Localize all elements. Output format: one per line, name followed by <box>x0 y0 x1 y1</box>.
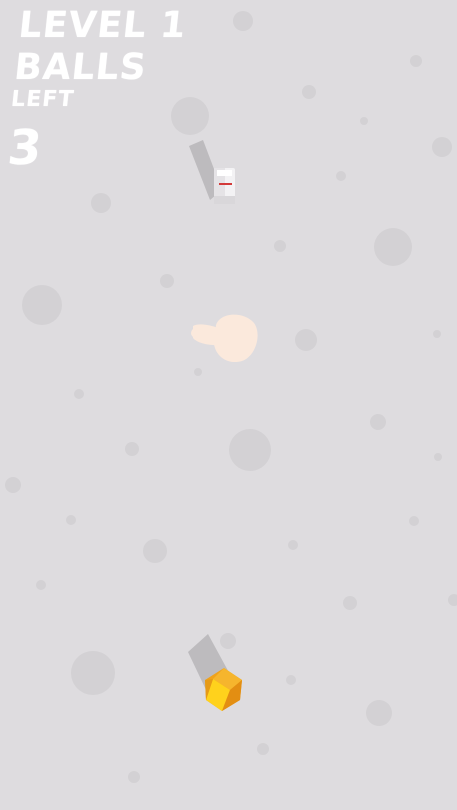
hud: LEVEL 1 BALLS LEFT 3 <box>3 5 189 176</box>
level-label: LEVEL 1 <box>16 5 189 46</box>
balls-left-count: 3 <box>5 120 45 176</box>
balls-label: BALLS <box>12 47 149 88</box>
bowling-pin-icon <box>189 140 235 204</box>
swipe-hand-icon <box>191 314 258 363</box>
left-label: LEFT <box>9 87 76 112</box>
